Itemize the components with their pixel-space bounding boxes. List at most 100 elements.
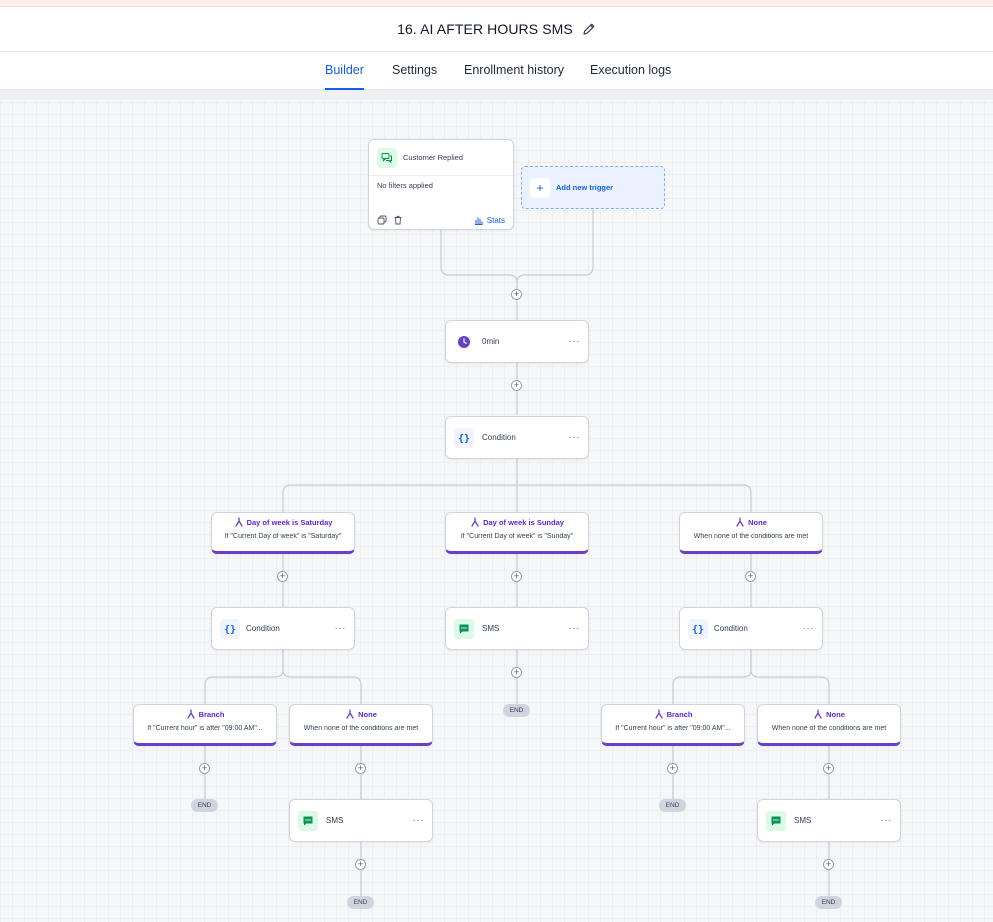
more-options-icon[interactable]: ···: [803, 623, 815, 634]
end-marker: END: [191, 799, 218, 812]
branch-card-sunday[interactable]: Day of week is Sunday If "Current Day of…: [445, 512, 589, 554]
clock-icon: [454, 332, 474, 352]
branch-description: If "Current Day of week" is "Saturday": [224, 533, 342, 540]
branch-title: Branch: [198, 709, 225, 719]
sms-node-right[interactable]: SMS ···: [757, 799, 901, 842]
branch-fork-icon: [735, 517, 745, 527]
more-options-icon[interactable]: ···: [413, 815, 425, 826]
branch-card-left-none[interactable]: None When none of the conditions are met: [289, 704, 433, 746]
branch-description: If "Current hour" is after "09:00 AM"...: [147, 725, 263, 732]
more-options-icon[interactable]: ···: [881, 815, 893, 826]
add-step-button[interactable]: +: [511, 667, 522, 678]
end-marker: END: [815, 896, 842, 909]
branch-title-row: None: [680, 517, 822, 527]
add-step-button[interactable]: +: [511, 289, 522, 300]
branch-description: If "Current hour" is after "09:00 AM"...: [615, 725, 731, 732]
add-step-button[interactable]: +: [511, 571, 522, 582]
branch-title: None: [358, 709, 377, 719]
condition-label: Condition: [714, 624, 748, 633]
sms-node-left[interactable]: SMS ···: [289, 799, 433, 842]
wait-node[interactable]: 0min ···: [445, 320, 589, 363]
stats-button[interactable]: Stats: [474, 216, 505, 225]
condition-node-main[interactable]: {} Condition ···: [445, 416, 589, 459]
add-new-trigger-button[interactable]: + Add new trigger: [521, 166, 665, 209]
add-step-button[interactable]: +: [199, 763, 210, 774]
branch-description: When none of the conditions are met: [303, 725, 419, 732]
branch-fork-icon: [654, 709, 664, 719]
trigger-header: Customer Replied: [369, 140, 513, 176]
branch-fork-icon: [186, 709, 196, 719]
branch-description: When none of the conditions are met: [693, 533, 809, 540]
sms-label: SMS: [482, 624, 500, 633]
more-options-icon[interactable]: ···: [335, 623, 347, 634]
add-step-button[interactable]: +: [745, 571, 756, 582]
trigger-icon-wrap: [377, 147, 397, 168]
branch-title-row: Day of week is Sunday: [446, 517, 588, 527]
branch-description: If "Current Day of week" is "Sunday": [460, 533, 574, 540]
branch-title-row: None: [290, 709, 432, 719]
end-marker: END: [659, 799, 686, 812]
branch-card-right-none[interactable]: None When none of the conditions are met: [757, 704, 901, 746]
branch-fork-icon: [345, 709, 355, 719]
branch-title: Branch: [666, 709, 693, 719]
trigger-footer: Stats: [369, 211, 513, 229]
branch-title-row: Branch: [602, 709, 744, 719]
add-step-button[interactable]: +: [823, 859, 834, 870]
copy-icon[interactable]: [377, 215, 387, 225]
add-step-button[interactable]: +: [355, 763, 366, 774]
svg-text:{}: {}: [224, 624, 236, 635]
branch-card-right-branch[interactable]: Branch If "Current hour" is after "09:00…: [601, 704, 745, 746]
condition-node-left[interactable]: {} Condition ···: [211, 607, 355, 650]
branch-card-saturday[interactable]: Day of week is Saturday If "Current Day …: [211, 512, 355, 554]
workflow-title: 16. AI AFTER HOURS SMS: [397, 21, 573, 37]
branch-title: Day of week is Sunday: [483, 517, 564, 527]
workflow-header: 16. AI AFTER HOURS SMS: [0, 7, 993, 52]
builder-canvas[interactable]: Customer Replied No filters applied Stat…: [0, 90, 993, 922]
sms-icon: [766, 810, 786, 831]
stats-label: Stats: [486, 215, 505, 225]
add-step-button[interactable]: +: [277, 571, 288, 582]
sms-label: SMS: [326, 816, 344, 825]
sms-label: SMS: [794, 816, 812, 825]
tab-settings[interactable]: Settings: [392, 52, 437, 90]
more-options-icon[interactable]: ···: [569, 336, 581, 347]
trigger-name: Customer Replied: [403, 153, 464, 162]
add-trigger-label: Add new trigger: [556, 183, 614, 192]
end-marker: END: [347, 896, 374, 909]
plus-icon: +: [530, 177, 550, 198]
svg-text:{}: {}: [458, 433, 470, 444]
add-step-button[interactable]: +: [511, 380, 522, 391]
tab-enrollment-history[interactable]: Enrollment history: [464, 52, 564, 90]
branch-fork-icon: [813, 709, 823, 719]
bar-chart-icon: [474, 216, 483, 225]
branch-title: None: [748, 517, 767, 527]
branch-card-left-branch[interactable]: Branch If "Current hour" is after "09:00…: [133, 704, 277, 746]
trigger-filters: No filters applied: [377, 181, 433, 190]
branch-description: When none of the conditions are met: [771, 725, 887, 732]
branch-card-none[interactable]: None When none of the conditions are met: [679, 512, 823, 554]
sms-node-sunday[interactable]: SMS ···: [445, 607, 589, 650]
trash-icon[interactable]: [393, 215, 403, 225]
braces-icon: {}: [220, 618, 240, 639]
chat-bubbles-icon: [377, 147, 397, 168]
condition-label: Condition: [482, 433, 516, 442]
tab-execution-logs[interactable]: Execution logs: [590, 52, 671, 90]
add-step-button[interactable]: +: [355, 859, 366, 870]
more-options-icon[interactable]: ···: [569, 432, 581, 443]
tab-bar: Builder Settings Enrollment history Exec…: [0, 52, 993, 90]
branch-title-row: None: [758, 709, 900, 719]
condition-node-right[interactable]: {} Condition ···: [679, 607, 823, 650]
more-options-icon[interactable]: ···: [569, 623, 581, 634]
trigger-card[interactable]: Customer Replied No filters applied Stat…: [368, 139, 514, 230]
pencil-icon[interactable]: [582, 22, 596, 36]
condition-label: Condition: [246, 624, 280, 633]
tab-builder[interactable]: Builder: [325, 52, 364, 90]
branch-fork-icon: [234, 517, 244, 527]
branch-title: None: [826, 709, 845, 719]
sms-icon: [454, 618, 474, 639]
add-step-button[interactable]: +: [823, 763, 834, 774]
add-step-button[interactable]: +: [667, 763, 678, 774]
branch-title-row: Day of week is Saturday: [212, 517, 354, 527]
branch-fork-icon: [470, 517, 480, 527]
branch-title-row: Branch: [134, 709, 276, 719]
